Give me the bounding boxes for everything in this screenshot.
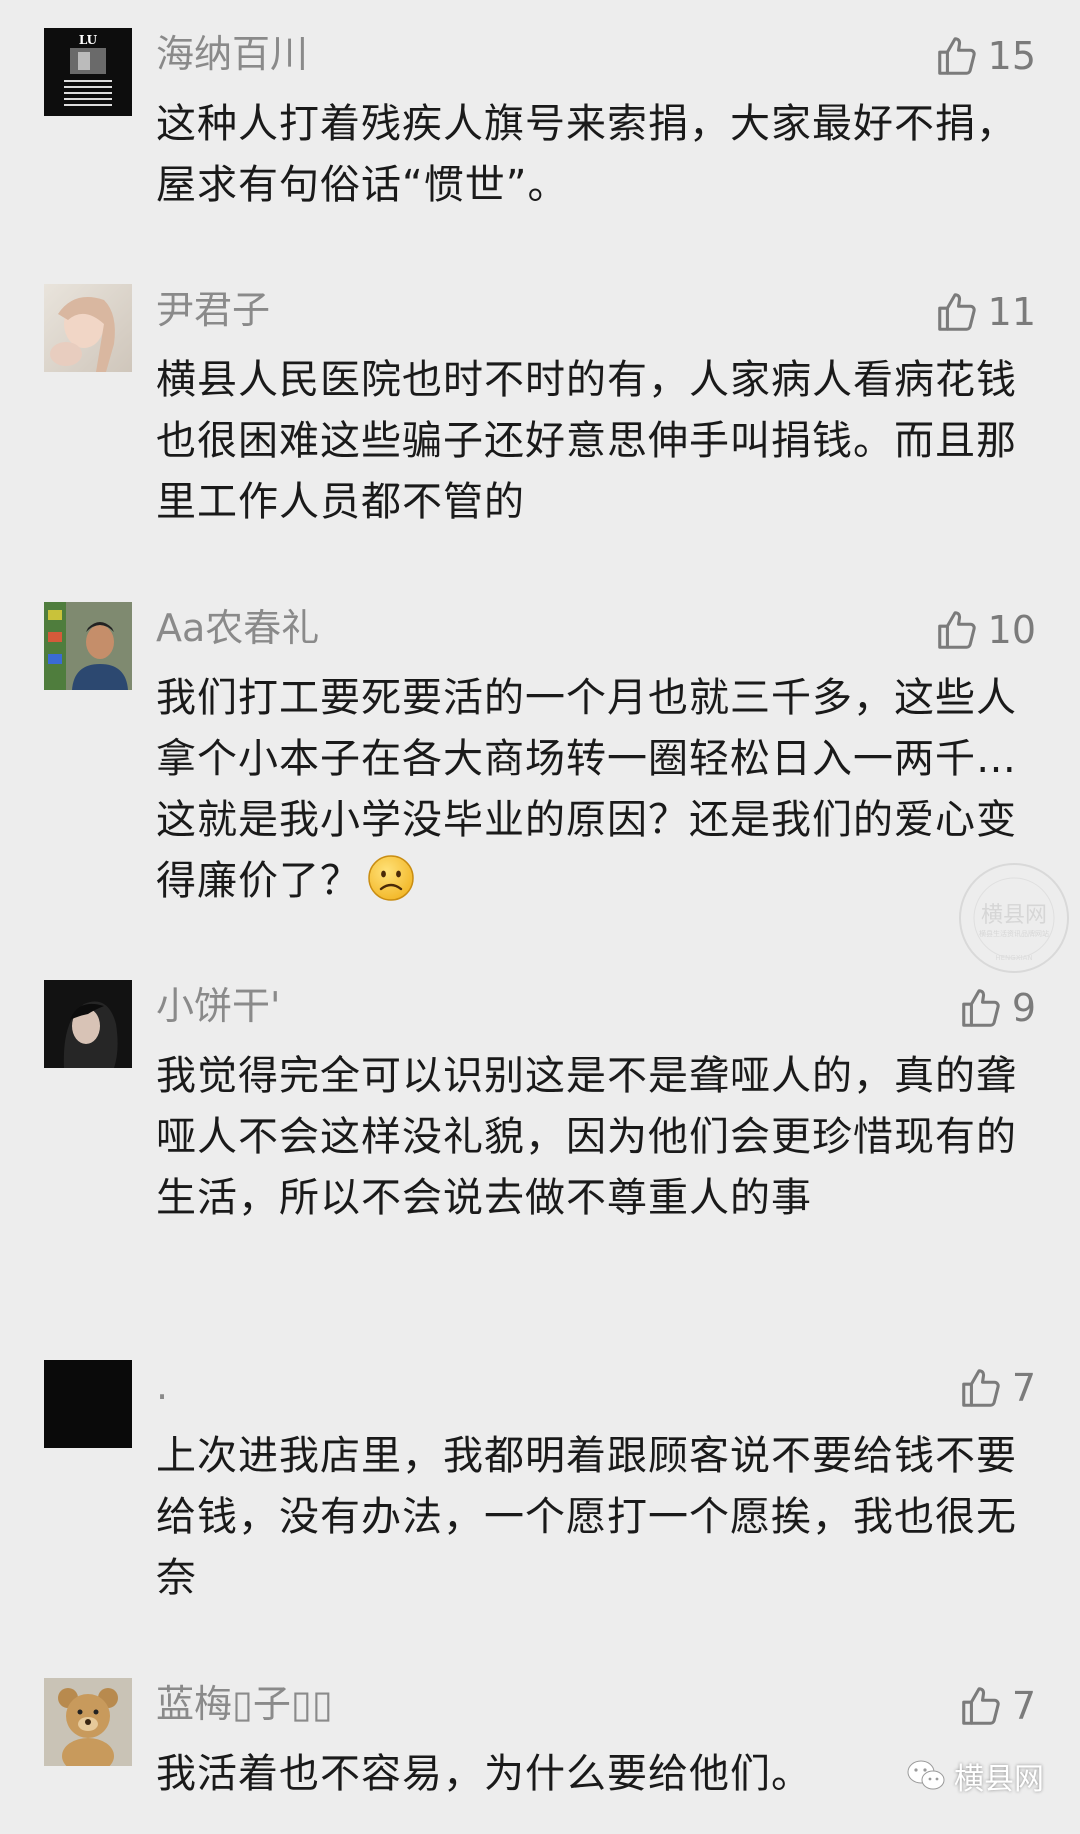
- lu-text-avatar-icon[interactable]: LU: [44, 28, 132, 116]
- like-button[interactable]: 11: [934, 288, 1036, 336]
- comment-text-body: 我们打工要死要活的一个月也就三千多，这些人拿个小本子在各大商场转一圈轻松日入一两…: [156, 675, 1017, 904]
- like-button[interactable]: 7: [958, 1682, 1036, 1730]
- svg-text:LU: LU: [79, 33, 98, 47]
- like-button[interactable]: 10: [934, 606, 1036, 654]
- comment-author[interactable]: 海纳百川: [156, 30, 308, 78]
- comments-page: LU 海纳百川 15 这种人打着残疾人旗号来索捐，大家最好不捐，屋求有句俗话“惯…: [0, 0, 1080, 1834]
- comment-text: 我们打工要死要活的一个月也就三千多，这些人拿个小本子在各大商场转一圈轻松日入一两…: [156, 668, 1036, 912]
- thumbs-up-icon: [937, 611, 976, 649]
- comment-author[interactable]: 尹君子: [156, 286, 270, 334]
- comment-text: 我活着也不容易，为什么要给他们。: [156, 1751, 812, 1797]
- comment-item: . 7 上次进我店里，我都明着跟顾客说不要给钱不要给钱，没有办法，一个愿打一个愿…: [0, 1360, 1080, 1620]
- comment-text: 上次进我店里，我都明着跟顾客说不要给钱不要给钱，没有办法，一个愿打一个愿挨，我也…: [156, 1433, 1017, 1601]
- comment-item: 小饼干' 9 我觉得完全可以识别这是不是聋哑人的，真的聋哑人不会这样没礼貌，因为…: [0, 980, 1080, 1300]
- thumbs-up-icon: [962, 989, 1000, 1027]
- watermark-sub: 横县生活资讯品牌网站: [979, 929, 1049, 938]
- like-button[interactable]: 7: [958, 1364, 1036, 1412]
- like-count: 15: [987, 34, 1036, 78]
- thumbs-up-icon: [962, 1369, 1000, 1407]
- comment-author[interactable]: 蓝梅▯子▯▯: [156, 1680, 333, 1728]
- watermark-main: 横县网: [981, 903, 1047, 928]
- thumbs-up-icon: [937, 293, 976, 331]
- comment-text: 横县人民医院也时不时的有，人家病人看病花钱也很困难这些骗子还好意思伸手叫捐钱。而…: [156, 357, 1017, 525]
- comment-author[interactable]: Aa农春礼: [156, 604, 319, 652]
- thumbs-up-icon: [937, 37, 976, 75]
- like-count: 7: [1011, 1366, 1036, 1410]
- like-count: 9: [1011, 986, 1036, 1030]
- woman-photo-avatar-icon[interactable]: [44, 284, 132, 372]
- footer-brand-label: 横县网: [954, 1762, 1044, 1797]
- dark-portrait-avatar-icon[interactable]: [44, 980, 132, 1068]
- like-count: 10: [987, 608, 1036, 652]
- comment-item: 尹君子 11 横县人民医院也时不时的有，人家病人看病花钱也很困难这些骗子还好意思…: [0, 284, 1080, 544]
- sad-face-emoji-icon: [368, 855, 414, 901]
- watermark-seal-icon: 横县网 横县生活资讯品牌网站 HENGXIAN: [959, 863, 1069, 973]
- like-count: 11: [987, 290, 1036, 334]
- comment-author[interactable]: 小饼干': [156, 982, 280, 1030]
- comment-text: 这种人打着残疾人旗号来索捐，大家最好不捐，屋求有句俗话“惯世”。: [156, 101, 1017, 208]
- man-photo-avatar-icon[interactable]: [44, 602, 132, 690]
- teddy-bear-avatar-icon[interactable]: [44, 1678, 132, 1766]
- black-avatar-icon[interactable]: [44, 1360, 132, 1448]
- footer-brand: 横县网: [906, 1754, 1044, 1798]
- like-button[interactable]: 9: [958, 984, 1036, 1032]
- wechat-icon: [907, 1760, 945, 1790]
- watermark-latin: HENGXIAN: [995, 954, 1032, 962]
- comment-item: LU 海纳百川 15 这种人打着残疾人旗号来索捐，大家最好不捐，屋求有句俗话“惯…: [0, 28, 1080, 228]
- thumbs-up-icon: [962, 1687, 1000, 1725]
- comment-text: 我觉得完全可以识别这是不是聋哑人的，真的聋哑人不会这样没礼貌，因为他们会更珍惜现…: [156, 1053, 1017, 1221]
- comment-item: Aa农春礼 10 我们打工要死要活的一个月也就三千多，这些人拿个小本子在各大商场…: [0, 602, 1080, 922]
- like-button[interactable]: 15: [934, 32, 1036, 80]
- like-count: 7: [1011, 1684, 1036, 1728]
- comment-author[interactable]: .: [156, 1362, 168, 1410]
